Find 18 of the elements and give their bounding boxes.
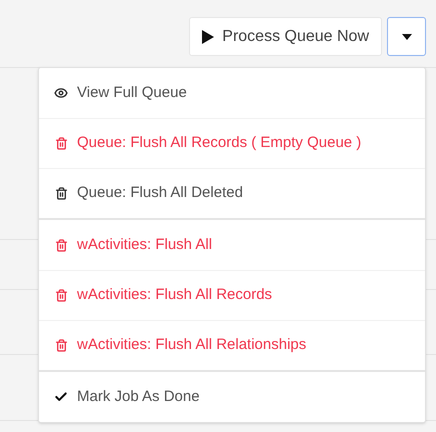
check-icon bbox=[54, 390, 68, 404]
menu-item[interactable]: Queue: Flush All Records ( Empty Queue ) bbox=[39, 118, 425, 168]
dropdown-toggle-button[interactable] bbox=[387, 17, 426, 56]
menu-item[interactable]: View Full Queue bbox=[39, 68, 425, 118]
menu-item[interactable]: wActivities: Flush All bbox=[39, 220, 425, 270]
menu-item[interactable]: Queue: Flush All Deleted bbox=[39, 168, 425, 218]
trash-icon bbox=[54, 238, 68, 252]
menu-item[interactable]: Mark Job As Done bbox=[39, 372, 425, 422]
process-queue-button[interactable]: Process Queue Now bbox=[189, 17, 382, 56]
trash-icon bbox=[54, 187, 68, 200]
play-icon bbox=[202, 30, 214, 44]
menu-item[interactable]: wActivities: Flush All Relationships bbox=[39, 320, 425, 370]
trash-icon bbox=[54, 339, 68, 352]
eye-icon bbox=[54, 86, 68, 100]
trash-icon bbox=[54, 289, 68, 302]
menu-item[interactable]: wActivities: Flush All Records bbox=[39, 270, 425, 320]
caret-icon bbox=[402, 34, 412, 40]
trash-icon bbox=[54, 137, 68, 150]
